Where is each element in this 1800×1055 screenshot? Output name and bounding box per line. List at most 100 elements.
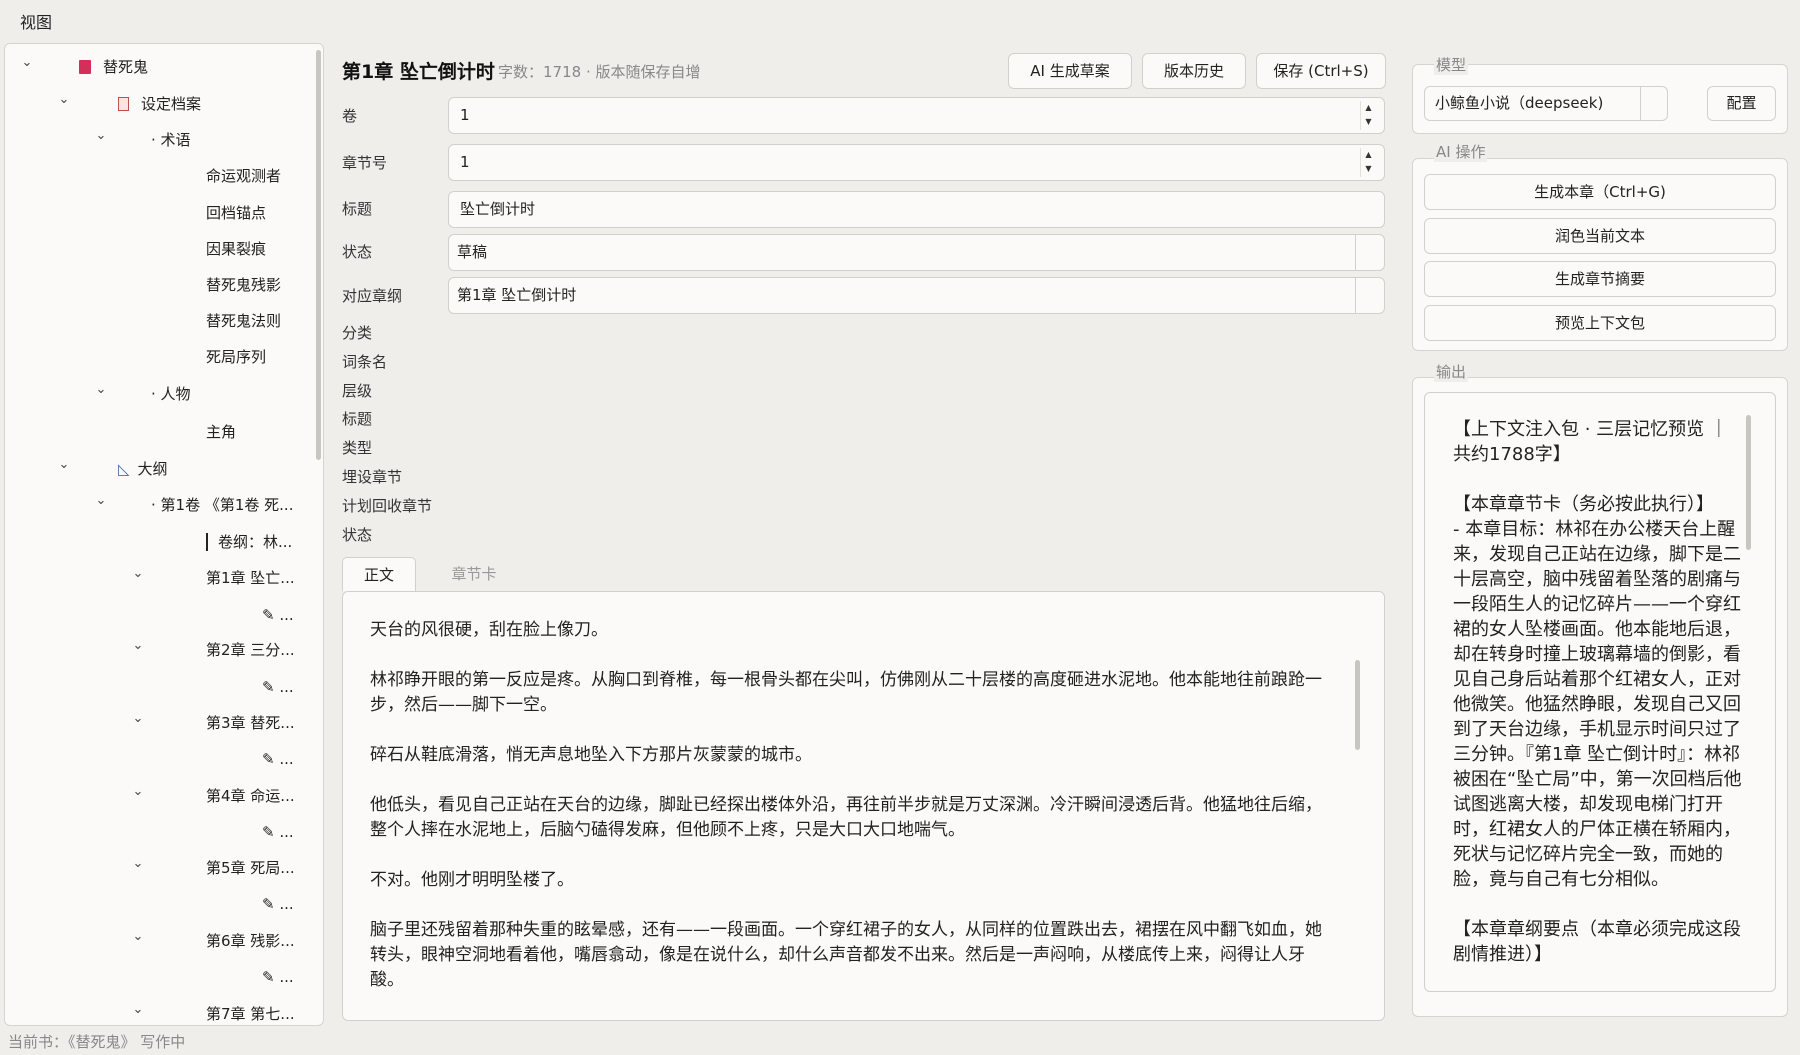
- tree-item[interactable]: ⌄ · 第1卷 《第1卷 死...: [5, 490, 305, 520]
- tree-item-label: · 第1卷 《第1卷 死...: [151, 490, 293, 520]
- tree-item[interactable]: ⌄ 第7章 第七...: [5, 999, 305, 1025]
- version-history-button[interactable]: 版本历史: [1142, 53, 1246, 89]
- tree-item[interactable]: 因果裂痕: [5, 234, 305, 264]
- tree-item[interactable]: ⌄ ◺ 大纲: [5, 454, 305, 484]
- menu-view[interactable]: 视图: [20, 9, 52, 33]
- stepper-down-icon[interactable]: ▼: [1361, 115, 1376, 129]
- chapter-text-editor[interactable]: 天台的风很硬，刮在脸上像刀。 林祁睁开眼的第一反应是疼。从胸口到脊椎，每一根骨头…: [342, 591, 1385, 1021]
- tree-item[interactable]: 卷纲：林...: [5, 527, 305, 557]
- model-select[interactable]: 小鲸鱼小说（deepseek): [1424, 86, 1668, 121]
- output-textarea[interactable]: 【上下文注入包 · 三层记忆预览 ｜ 共约1788字】 【本章章节卡（务必按此执…: [1424, 392, 1776, 992]
- chevron-down-icon[interactable]: ⌄: [94, 121, 108, 151]
- tree-item[interactable]: ✎ ...: [5, 889, 305, 919]
- tab-body[interactable]: 正文: [342, 557, 416, 591]
- chevron-down-icon[interactable]: ⌄: [94, 486, 108, 516]
- pencil-icon: ✎: [262, 968, 280, 986]
- editor-content[interactable]: 天台的风很硬，刮在脸上像刀。 林祁睁开眼的第一反应是疼。从胸口到脊椎，每一根骨头…: [370, 618, 1336, 1018]
- tree-item-text: 大纲: [137, 460, 168, 478]
- tree-item[interactable]: ✎ ...: [5, 672, 305, 702]
- tree-scrollbar[interactable]: [316, 50, 321, 460]
- ai-draft-button[interactable]: AI 生成草案: [1008, 53, 1132, 89]
- tree-item[interactable]: ⌄ · 人物: [5, 379, 305, 409]
- tree-item[interactable]: 回档锚点: [5, 198, 305, 228]
- tree-item-text: · 第1卷 《第1卷 死...: [151, 496, 294, 514]
- stepper-down-icon[interactable]: ▼: [1361, 162, 1376, 176]
- polish-text-button[interactable]: 润色当前文本: [1424, 218, 1776, 254]
- project-tree[interactable]: ⌄ 替死鬼 ⌄ 设定档案 ⌄ · 术语 命运观测者 回档锚点 因果裂痕 替死鬼残影 替死鬼法则 死局序…: [4, 43, 324, 1026]
- tree-item[interactable]: ⌄ 第4章 命运...: [5, 781, 305, 811]
- tree-item-label: ◺ 大纲: [118, 454, 168, 484]
- output-scrollbar[interactable]: [1746, 415, 1751, 550]
- stepper-up-icon[interactable]: ▲: [1361, 148, 1376, 162]
- tree-item-label: 死局序列: [206, 342, 266, 372]
- tree-item[interactable]: ⌄ 第1章 坠亡...: [5, 563, 305, 593]
- tree-item-text: 设定档案: [141, 95, 202, 113]
- tree-item[interactable]: ⌄ 第5章 死局...: [5, 853, 305, 883]
- tree-item[interactable]: 替死鬼法则: [5, 306, 305, 336]
- chevron-down-icon[interactable]: ⌄: [94, 375, 108, 405]
- chevron-down-icon[interactable]: ⌄: [131, 995, 145, 1025]
- editor-paragraph: 林祁睁开眼的第一反应是疼。从胸口到脊椎，每一根骨头都在尖叫，仿佛刚从二十层楼的高…: [370, 670, 1322, 715]
- volume-label: 卷: [342, 107, 358, 125]
- chevron-down-icon[interactable]: ⌄: [131, 777, 145, 807]
- meta-label: 分类: [342, 324, 373, 342]
- status-select[interactable]: 草稿: [448, 234, 1385, 271]
- tree-item[interactable]: ✎ ...: [5, 962, 305, 992]
- tree-item-label: 第4章 命运...: [206, 781, 295, 811]
- chevron-down-icon[interactable]: ⌄: [57, 85, 71, 115]
- tree-item[interactable]: ⌄ 替死鬼: [5, 52, 305, 82]
- tree-item-text: 命运观测者: [206, 167, 282, 185]
- dropdown-arrow[interactable]: [1640, 87, 1641, 120]
- preview-context-button[interactable]: 预览上下文包: [1424, 305, 1776, 341]
- tree-item[interactable]: ✎ ...: [5, 744, 305, 774]
- tree-item-label: ✎ ...: [262, 817, 294, 847]
- volume-stepper[interactable]: ▲ ▼: [1360, 101, 1376, 130]
- tree-item[interactable]: ⌄ · 术语: [5, 125, 305, 155]
- tree-item-text: 第1章 坠亡...: [206, 569, 295, 587]
- tree-item[interactable]: ⌄ 第2章 三分...: [5, 635, 305, 665]
- output-content: 【上下文注入包 · 三层记忆预览 ｜ 共约1788字】 【本章章节卡（务必按此执…: [1453, 419, 1742, 965]
- status-value: 草稿: [457, 243, 488, 261]
- editor-paragraph: 他低头，看见自己正站在天台的边缘，脚趾已经探出楼体外沿，再往前半步就是万丈深渊。…: [370, 795, 1322, 840]
- outline-select[interactable]: 第1章 坠亡倒计时: [448, 277, 1385, 314]
- tree-item-text: · 术语: [151, 131, 191, 149]
- tree-item-label: 第6章 残影...: [206, 926, 295, 956]
- meta-label: 词条名: [342, 353, 388, 371]
- chapter-number-spinbox[interactable]: 1 ▲ ▼: [448, 144, 1385, 181]
- save-button[interactable]: 保存 (Ctrl+S): [1256, 53, 1386, 89]
- dropdown-arrow[interactable]: [1355, 235, 1356, 270]
- chevron-down-icon[interactable]: ⌄: [20, 48, 34, 78]
- title-input[interactable]: 坠亡倒计时: [448, 191, 1385, 228]
- editor-scrollbar[interactable]: [1355, 660, 1360, 750]
- tree-item[interactable]: ✎ ...: [5, 600, 305, 630]
- chevron-down-icon[interactable]: ⌄: [131, 631, 145, 661]
- tab-chapter-card[interactable]: 章节卡: [424, 557, 524, 591]
- chevron-down-icon[interactable]: ⌄: [131, 704, 145, 734]
- tree-item-text: 主角: [206, 423, 237, 441]
- chevron-down-icon[interactable]: ⌄: [131, 922, 145, 952]
- generate-chapter-button[interactable]: 生成本章（Ctrl+G): [1424, 174, 1776, 210]
- tree-item[interactable]: 死局序列: [5, 342, 305, 372]
- chevron-down-icon[interactable]: ⌄: [131, 849, 145, 879]
- chevron-down-icon[interactable]: ⌄: [131, 559, 145, 589]
- chapter-number-stepper[interactable]: ▲ ▼: [1360, 148, 1376, 177]
- tree-item[interactable]: ⌄ 第6章 残影...: [5, 926, 305, 956]
- tree-item[interactable]: 替死鬼残影: [5, 270, 305, 300]
- volume-spinbox[interactable]: 1 ▲ ▼: [448, 97, 1385, 134]
- tree-item-text: 第6章 残影...: [206, 932, 295, 950]
- editor-paragraph: 脑子里还残留着那种失重的眩晕感，还有——一段画面。一个穿红裙子的女人，从同样的位…: [370, 920, 1322, 990]
- tree-item-text: ...: [279, 823, 294, 841]
- tree-item[interactable]: ⌄ 设定档案: [5, 89, 305, 119]
- config-button[interactable]: 配置: [1707, 86, 1776, 121]
- chevron-down-icon[interactable]: ⌄: [57, 450, 71, 480]
- title-label: 标题: [342, 200, 373, 218]
- tree-item[interactable]: ✎ ...: [5, 817, 305, 847]
- tree-item[interactable]: 主角: [5, 417, 305, 447]
- tree-item[interactable]: 命运观测者: [5, 161, 305, 191]
- tree-item-label: 回档锚点: [206, 198, 266, 228]
- tree-item[interactable]: ⌄ 第3章 替死...: [5, 708, 305, 738]
- stepper-up-icon[interactable]: ▲: [1361, 101, 1376, 115]
- dropdown-arrow[interactable]: [1355, 278, 1356, 313]
- tree-item-text: ...: [279, 678, 294, 696]
- generate-summary-button[interactable]: 生成章节摘要: [1424, 261, 1776, 297]
